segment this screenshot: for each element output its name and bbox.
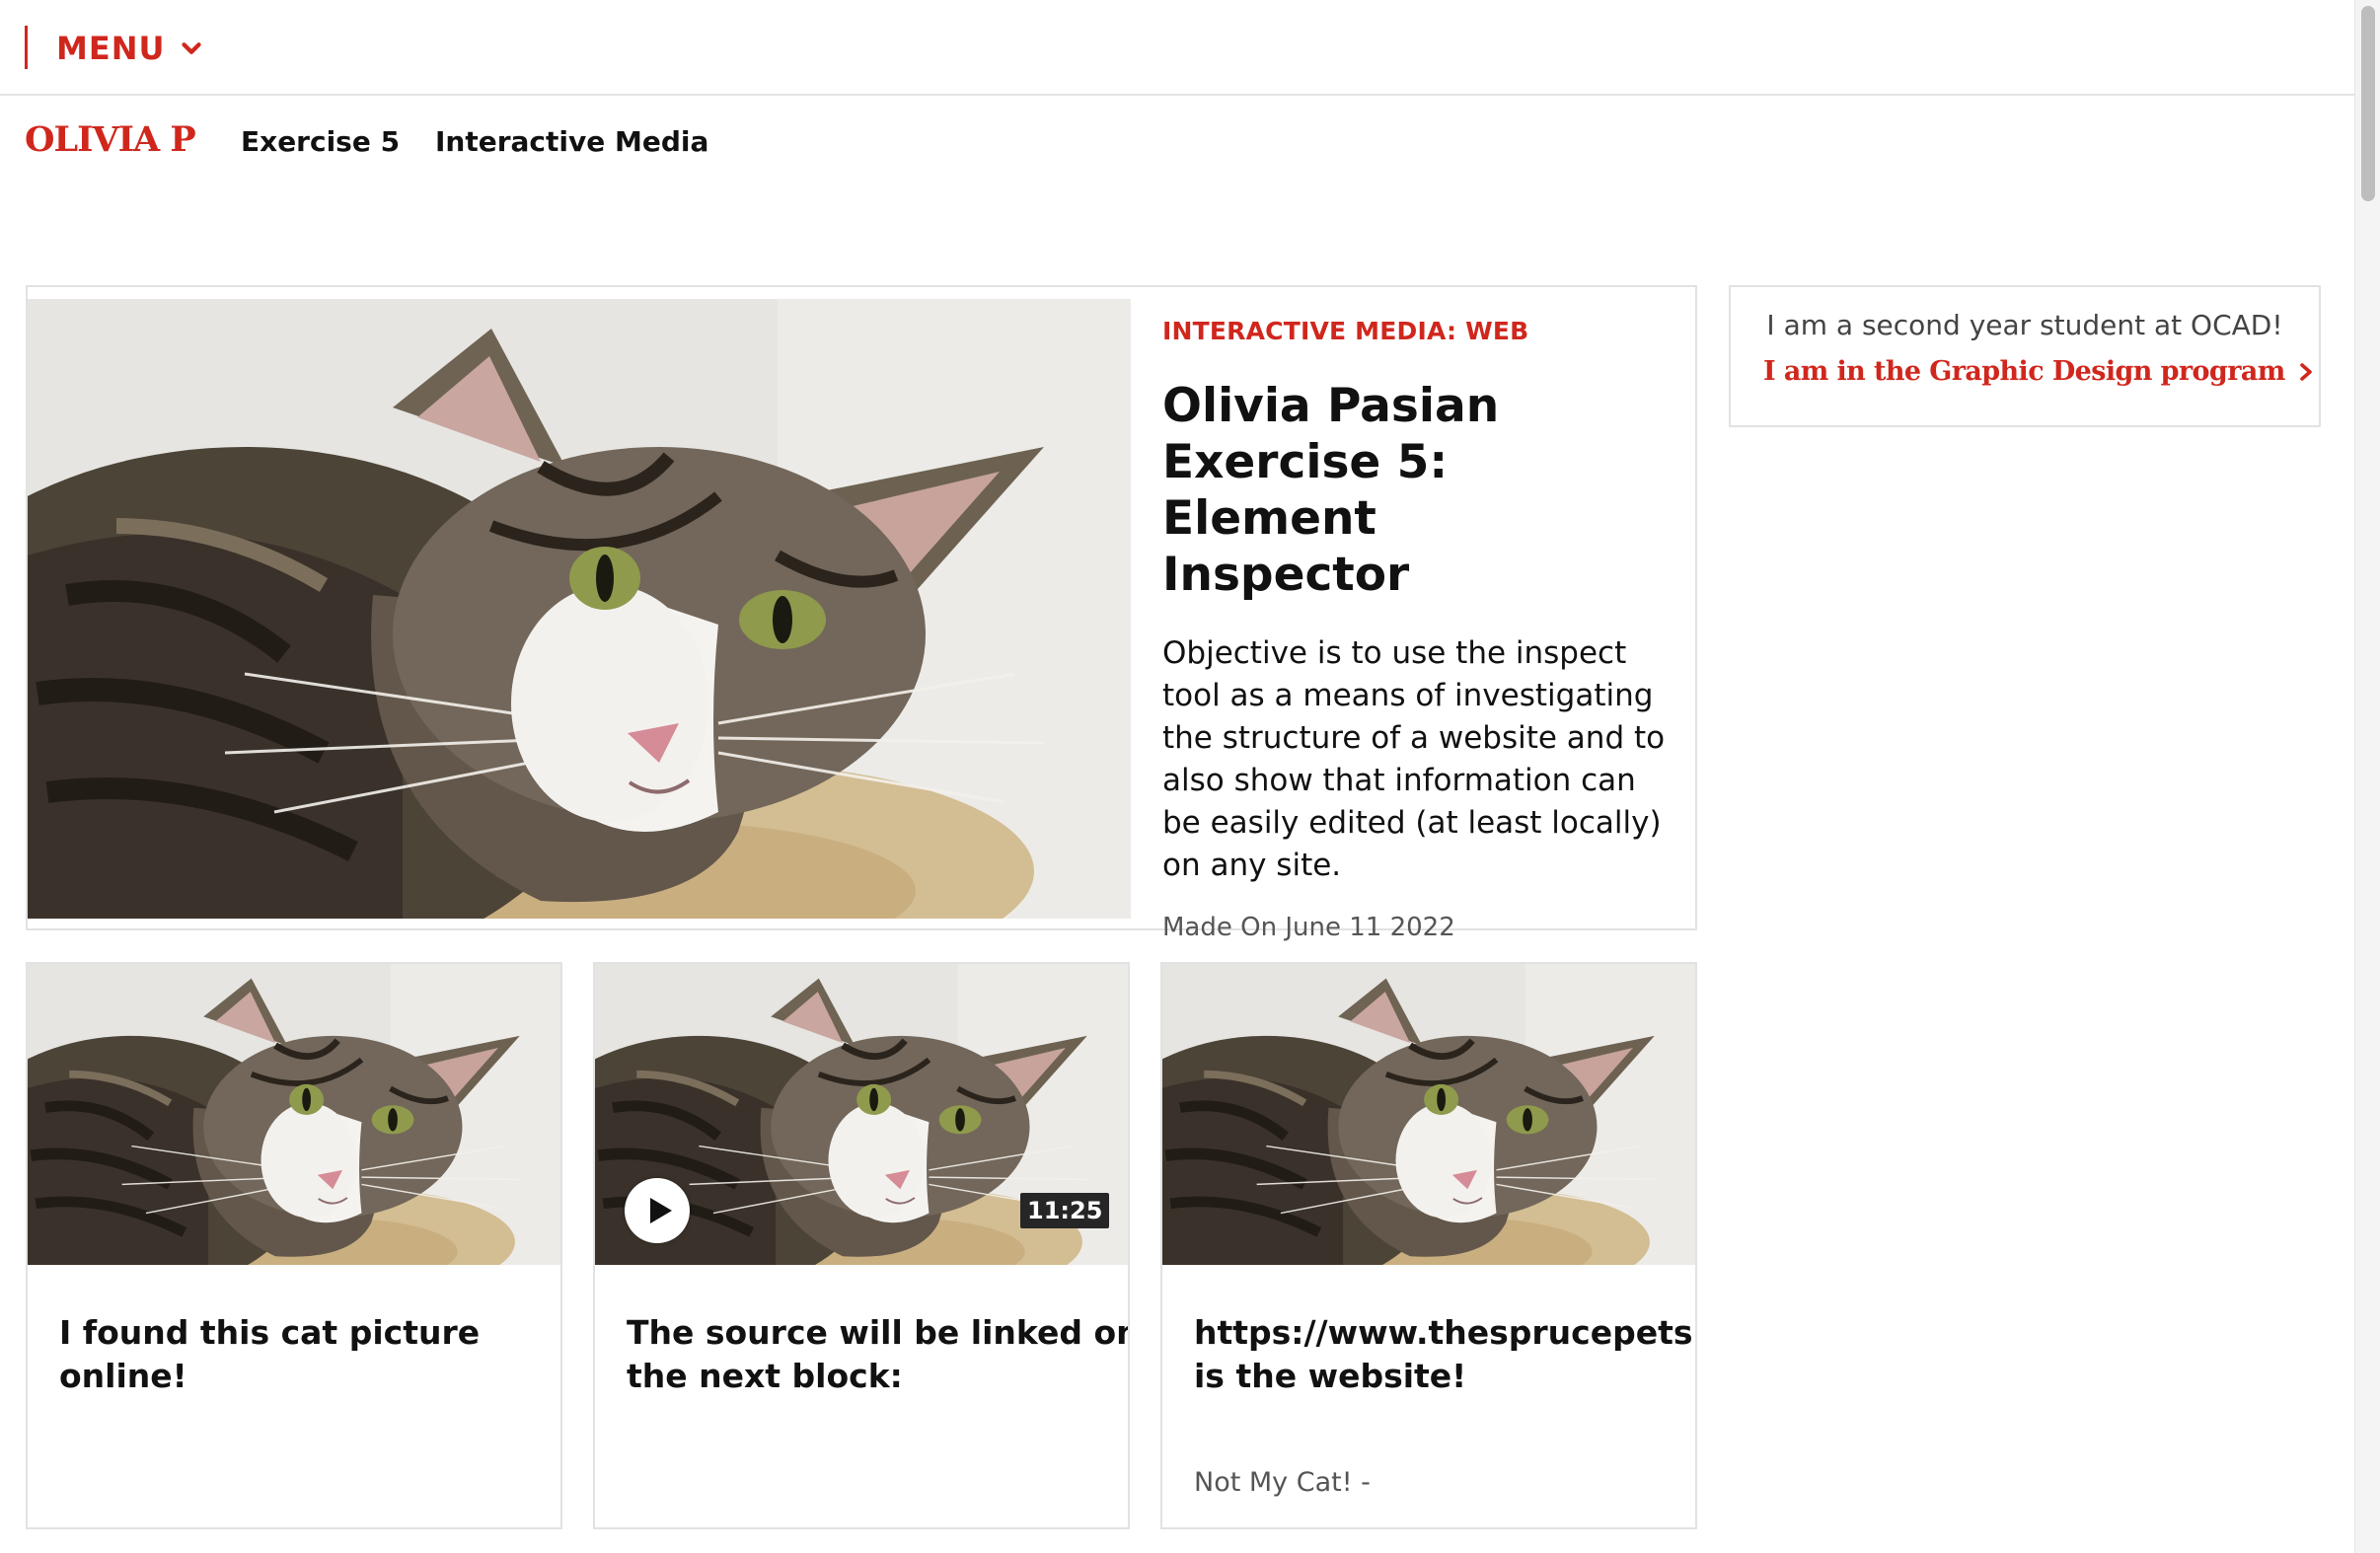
play-icon	[650, 1198, 672, 1223]
chevron-right-icon	[2299, 362, 2312, 381]
article-card[interactable]: https://www.thesprucepets.com is the web…	[1160, 962, 1697, 1529]
card-title[interactable]: The source will be linked on the next bl…	[627, 1311, 1130, 1398]
vertical-scrollbar[interactable]	[2354, 0, 2380, 1553]
card-byline: Not My Cat! -	[1194, 1467, 1371, 1498]
card-cat-image[interactable]	[1162, 964, 1695, 1265]
article-card[interactable]: I found this cat picture online!	[26, 962, 562, 1529]
card-title-line: is the website!	[1194, 1357, 1467, 1395]
menu-label: MENU	[56, 30, 166, 67]
bio-box: I am a second year student at OCAD! I am…	[1729, 285, 2321, 427]
site-brand[interactable]: OLIVIA P	[25, 119, 196, 160]
article-category[interactable]: INTERACTIVE MEDIA: WEB	[1162, 317, 1675, 345]
video-card[interactable]: 11:25 The source will be linked on the n…	[593, 962, 1130, 1529]
featured-article-body: INTERACTIVE MEDIA: WEB Olivia Pasian Exe…	[1162, 317, 1675, 942]
nav-link-interactive-media[interactable]: Interactive Media	[435, 125, 708, 158]
menu-divider	[25, 26, 28, 69]
card-title-line: the next block:	[627, 1357, 903, 1395]
card-cat-image[interactable]	[28, 964, 560, 1265]
top-menu-bar: MENU	[0, 0, 2354, 96]
card-title-line: https://www.thesprucepets.com	[1194, 1313, 1695, 1352]
menu-button[interactable]: MENU	[56, 27, 206, 70]
play-button[interactable]	[625, 1178, 690, 1243]
card-title[interactable]: https://www.thesprucepets.com is the web…	[1194, 1311, 1695, 1398]
program-link[interactable]: I am in the Graphic Design program	[1763, 356, 2315, 387]
article-title-line: Exercise 5: Element	[1162, 435, 1449, 546]
article-description: Objective is to use the inspect tool as …	[1162, 635, 1666, 883]
video-duration: 11:25	[1020, 1193, 1110, 1228]
section-nav: OLIVIA P Exercise 5 Interactive Media	[0, 98, 2354, 192]
article-title-line: Inspector	[1162, 548, 1410, 602]
article-date: Made On June 11 2022	[1162, 913, 1455, 942]
card-title[interactable]: I found this cat picture online!	[59, 1311, 560, 1398]
featured-cat-image[interactable]	[28, 299, 1131, 919]
program-link-label: I am in the Graphic Design program	[1763, 356, 2285, 387]
card-title-line: online!	[59, 1357, 187, 1395]
nav-link-exercise-5[interactable]: Exercise 5	[241, 125, 400, 158]
page: MENU OLIVIA P Exercise 5 Interactive Med…	[0, 0, 2380, 1553]
card-video-thumbnail[interactable]: 11:25	[595, 964, 1128, 1265]
featured-article-card[interactable]: INTERACTIVE MEDIA: WEB Olivia Pasian Exe…	[26, 285, 1697, 942]
card-title-line: The source will be linked on	[627, 1313, 1130, 1352]
chevron-down-icon	[182, 42, 202, 54]
bio-text: I am a second year student at OCAD!	[1766, 309, 2283, 341]
card-title-line: I found this cat picture	[59, 1313, 481, 1352]
article-title-line: Olivia Pasian	[1162, 379, 1500, 433]
scrollbar-thumb[interactable]	[2361, 6, 2375, 201]
article-title[interactable]: Olivia Pasian Exercise 5: Element Inspec…	[1162, 378, 1675, 603]
